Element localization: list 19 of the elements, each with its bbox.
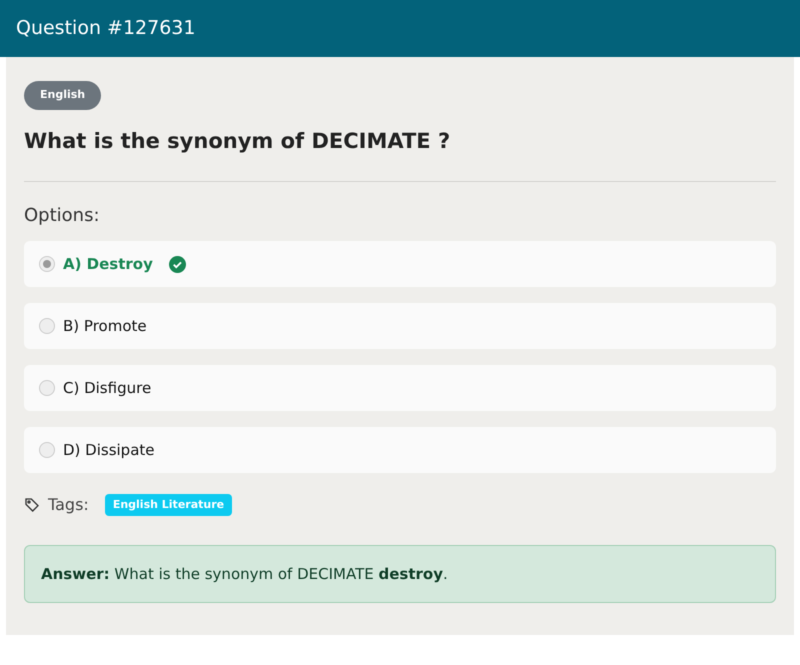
options-label: Options: bbox=[24, 204, 101, 228]
page-title: Question #127631 bbox=[16, 16, 196, 42]
option-text: D) Dissipate bbox=[63, 440, 155, 461]
option-card[interactable]: D) Dissipate bbox=[24, 427, 776, 473]
option-text: C) Disfigure bbox=[63, 378, 152, 399]
radio-button[interactable] bbox=[39, 256, 55, 272]
radio-button[interactable] bbox=[39, 380, 55, 396]
option-card[interactable]: A) Destroy bbox=[24, 241, 776, 287]
option-card[interactable]: C) Disfigure bbox=[24, 365, 776, 411]
tags-label: Tags: bbox=[48, 494, 89, 516]
option-text: A) Destroy bbox=[63, 254, 153, 275]
category-badge: English bbox=[24, 81, 102, 110]
radio-button[interactable] bbox=[39, 318, 55, 334]
question-text: What is the synonym of DECIMATE ? bbox=[24, 128, 452, 154]
option-card[interactable]: B) Promote bbox=[24, 303, 776, 349]
option-text: B) Promote bbox=[63, 316, 147, 337]
answer-text: Answer: What is the synonym of DECIMATE destroy. bbox=[41, 564, 448, 585]
tag-icon bbox=[24, 497, 40, 513]
radio-button[interactable] bbox=[39, 442, 55, 458]
